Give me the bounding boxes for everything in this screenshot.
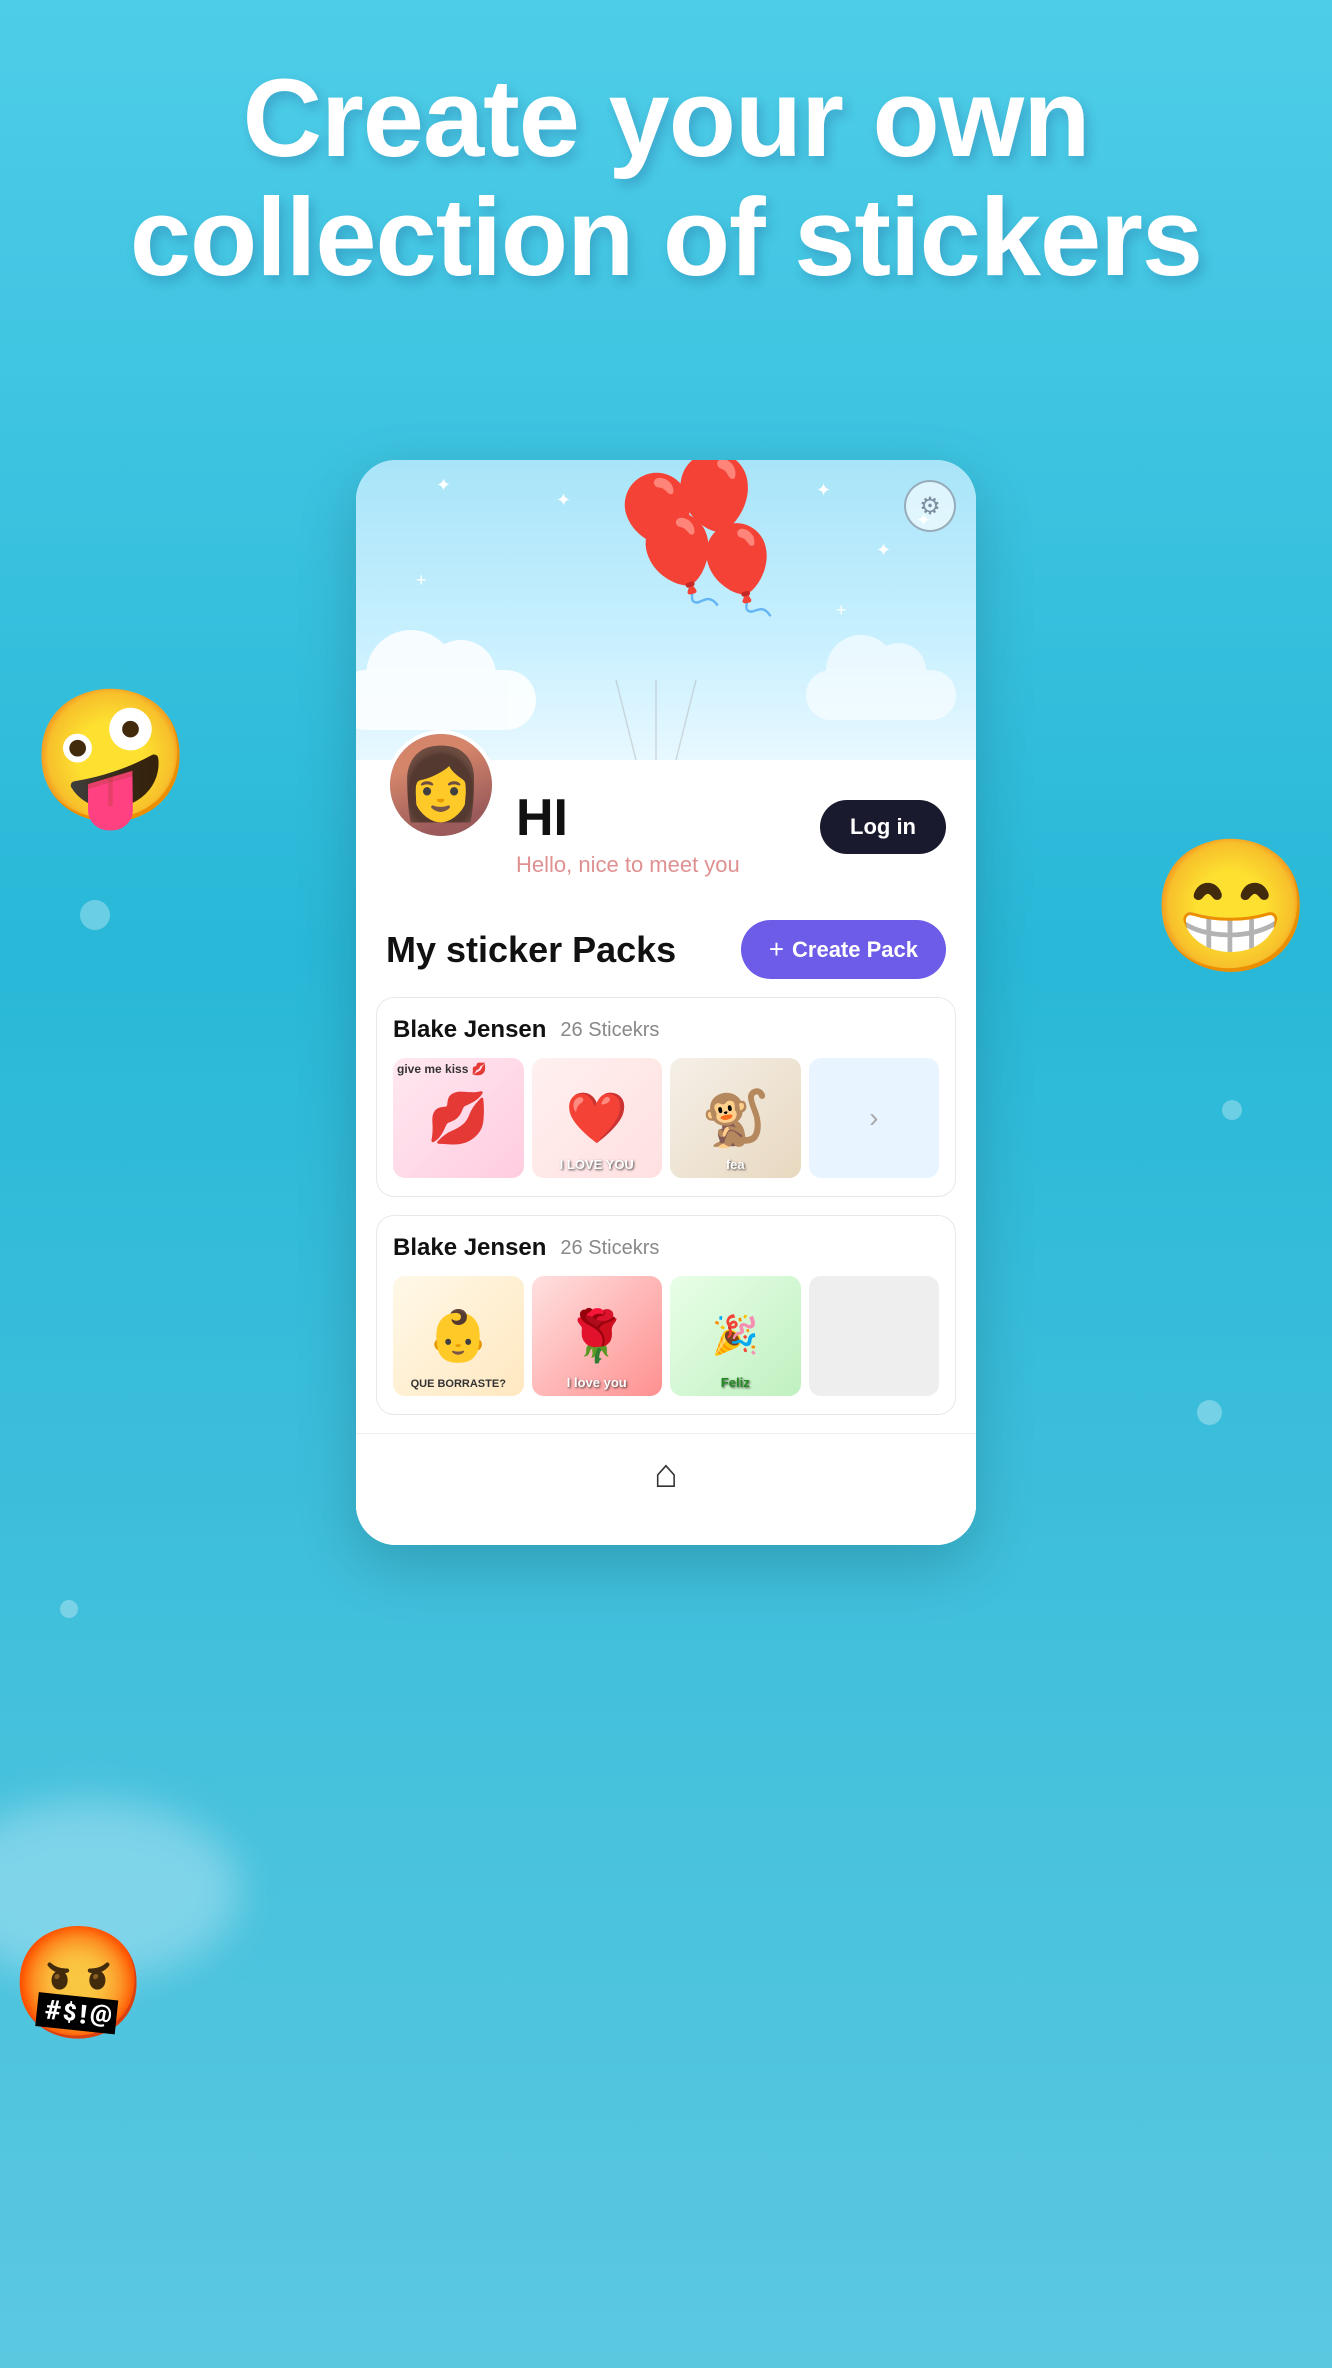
login-button[interactable]: Log in	[820, 800, 946, 854]
avatar-face	[390, 734, 492, 836]
balloon-emoji-4: 🎈	[684, 520, 790, 620]
sticker-2-placeholder	[809, 1276, 940, 1396]
create-pack-label: Create Pack	[792, 937, 918, 963]
sticker-emoji-feliz: 🎉	[712, 1314, 759, 1358]
star-6: +	[416, 570, 427, 591]
balloon-strings	[556, 680, 756, 760]
settings-icon[interactable]: ⚙	[904, 480, 956, 532]
star-1: ✦	[436, 475, 451, 496]
hero-title-line2: collection of stickers	[0, 179, 1332, 298]
star-4: ✦	[816, 480, 831, 501]
sticker-1-love: ❤️ I LOVE YOU	[532, 1058, 663, 1178]
sticker-baby-label: QUE BORRASTE?	[397, 1378, 520, 1390]
decorative-bubble-4	[60, 1600, 78, 1618]
packs-title: My sticker Packs	[386, 929, 676, 971]
sticker-1-monkey: 🐒 fea	[670, 1058, 801, 1178]
decorative-bubble-2	[1222, 1100, 1242, 1120]
avatar-wrap	[386, 730, 496, 840]
pack-1-count: 26 Sticekrs	[560, 1019, 659, 1042]
avatar	[386, 730, 496, 840]
sticker-emoji-love: ❤️	[566, 1089, 628, 1148]
pack-card-1-header: Blake Jensen 26 Sticekrs	[393, 1016, 939, 1044]
sticker-emoji-kiss: 💋	[427, 1089, 489, 1148]
pack-card-1[interactable]: Blake Jensen 26 Sticekrs 💋 give me kiss …	[376, 997, 956, 1197]
plus-icon: +	[769, 934, 784, 965]
pack-card-2-header: Blake Jensen 26 Sticekrs	[393, 1234, 939, 1262]
sticker-roses-label: I love you	[536, 1375, 659, 1390]
sticker-1-label: give me kiss 💋	[397, 1062, 487, 1076]
sticker-feliz-label: Feliz	[674, 1375, 797, 1390]
sticker-emoji-roses: 🌹	[566, 1307, 628, 1366]
home-icon: ⌂	[654, 1452, 678, 1497]
phone-inner: ✦ ✦ ✦ ✦ ✦ + + ✦ ⚙ 🎈 🎈 🎈 🎈	[356, 460, 976, 1545]
nav-home[interactable]: ⌂	[654, 1452, 678, 1497]
sticker-emoji-baby: 👶	[427, 1307, 489, 1366]
pack-2-author: Blake Jensen	[393, 1234, 546, 1262]
decorative-cloud-left	[0, 1800, 240, 1980]
decorative-bubble-1	[80, 900, 110, 930]
star-2: ✦	[556, 490, 571, 511]
packs-header: My sticker Packs + Create Pack	[356, 910, 976, 997]
pack-1-stickers: 💋 give me kiss 💋 ❤️ I LOVE YOU 🐒 fea	[393, 1058, 939, 1178]
sticker-2-roses: 🌹 I love you	[532, 1276, 663, 1396]
pack-1-author: Blake Jensen	[393, 1016, 546, 1044]
profile-name: HI	[516, 788, 740, 848]
balloon-cluster: 🎈 🎈 🎈 🎈	[604, 470, 716, 575]
profile-section: HI Hello, nice to meet you Log in	[356, 760, 976, 910]
banner-cloud-right	[806, 670, 956, 720]
pack-card-2[interactable]: Blake Jensen 26 Sticekrs 👶 QUE BORRASTE?…	[376, 1215, 956, 1415]
decorative-bubble-3	[1197, 1400, 1222, 1425]
sticker-1-more: ›	[809, 1058, 940, 1178]
star-7: +	[836, 600, 847, 621]
phone-banner: ✦ ✦ ✦ ✦ ✦ + + ✦ ⚙ 🎈 🎈 🎈 🎈	[356, 460, 976, 760]
sticker-2-feliz: 🎉 Feliz	[670, 1276, 801, 1396]
create-pack-button[interactable]: + Create Pack	[741, 920, 946, 979]
sticker-3-label: fea	[674, 1157, 797, 1172]
floating-emoji-left: 🤪	[30, 680, 192, 833]
profile-info: HI Hello, nice to meet you	[516, 803, 740, 878]
hero-title-block: Create your own collection of stickers	[0, 0, 1332, 298]
banner-cloud-left	[356, 670, 536, 730]
profile-subtitle: Hello, nice to meet you	[516, 852, 740, 878]
sticker-2-label: I LOVE YOU	[536, 1157, 659, 1172]
hero-title-line1: Create your own	[0, 60, 1332, 179]
pack-2-count: 26 Sticekrs	[560, 1237, 659, 1260]
bottom-navigation: ⌂	[356, 1433, 976, 1515]
sticker-2-baby: 👶 QUE BORRASTE?	[393, 1276, 524, 1396]
sticker-1-kiss: 💋 give me kiss 💋	[393, 1058, 524, 1178]
profile-left: HI Hello, nice to meet you	[386, 780, 740, 890]
more-indicator: ›	[869, 1102, 878, 1134]
sticker-emoji-monkey: 🐒	[701, 1086, 769, 1151]
phone-body: HI Hello, nice to meet you Log in My sti…	[356, 760, 976, 1545]
pack-2-stickers: 👶 QUE BORRASTE? 🌹 I love you 🎉 Feliz	[393, 1276, 939, 1396]
star-5: ✦	[876, 540, 891, 561]
floating-emoji-right: 😁	[1150, 830, 1312, 983]
